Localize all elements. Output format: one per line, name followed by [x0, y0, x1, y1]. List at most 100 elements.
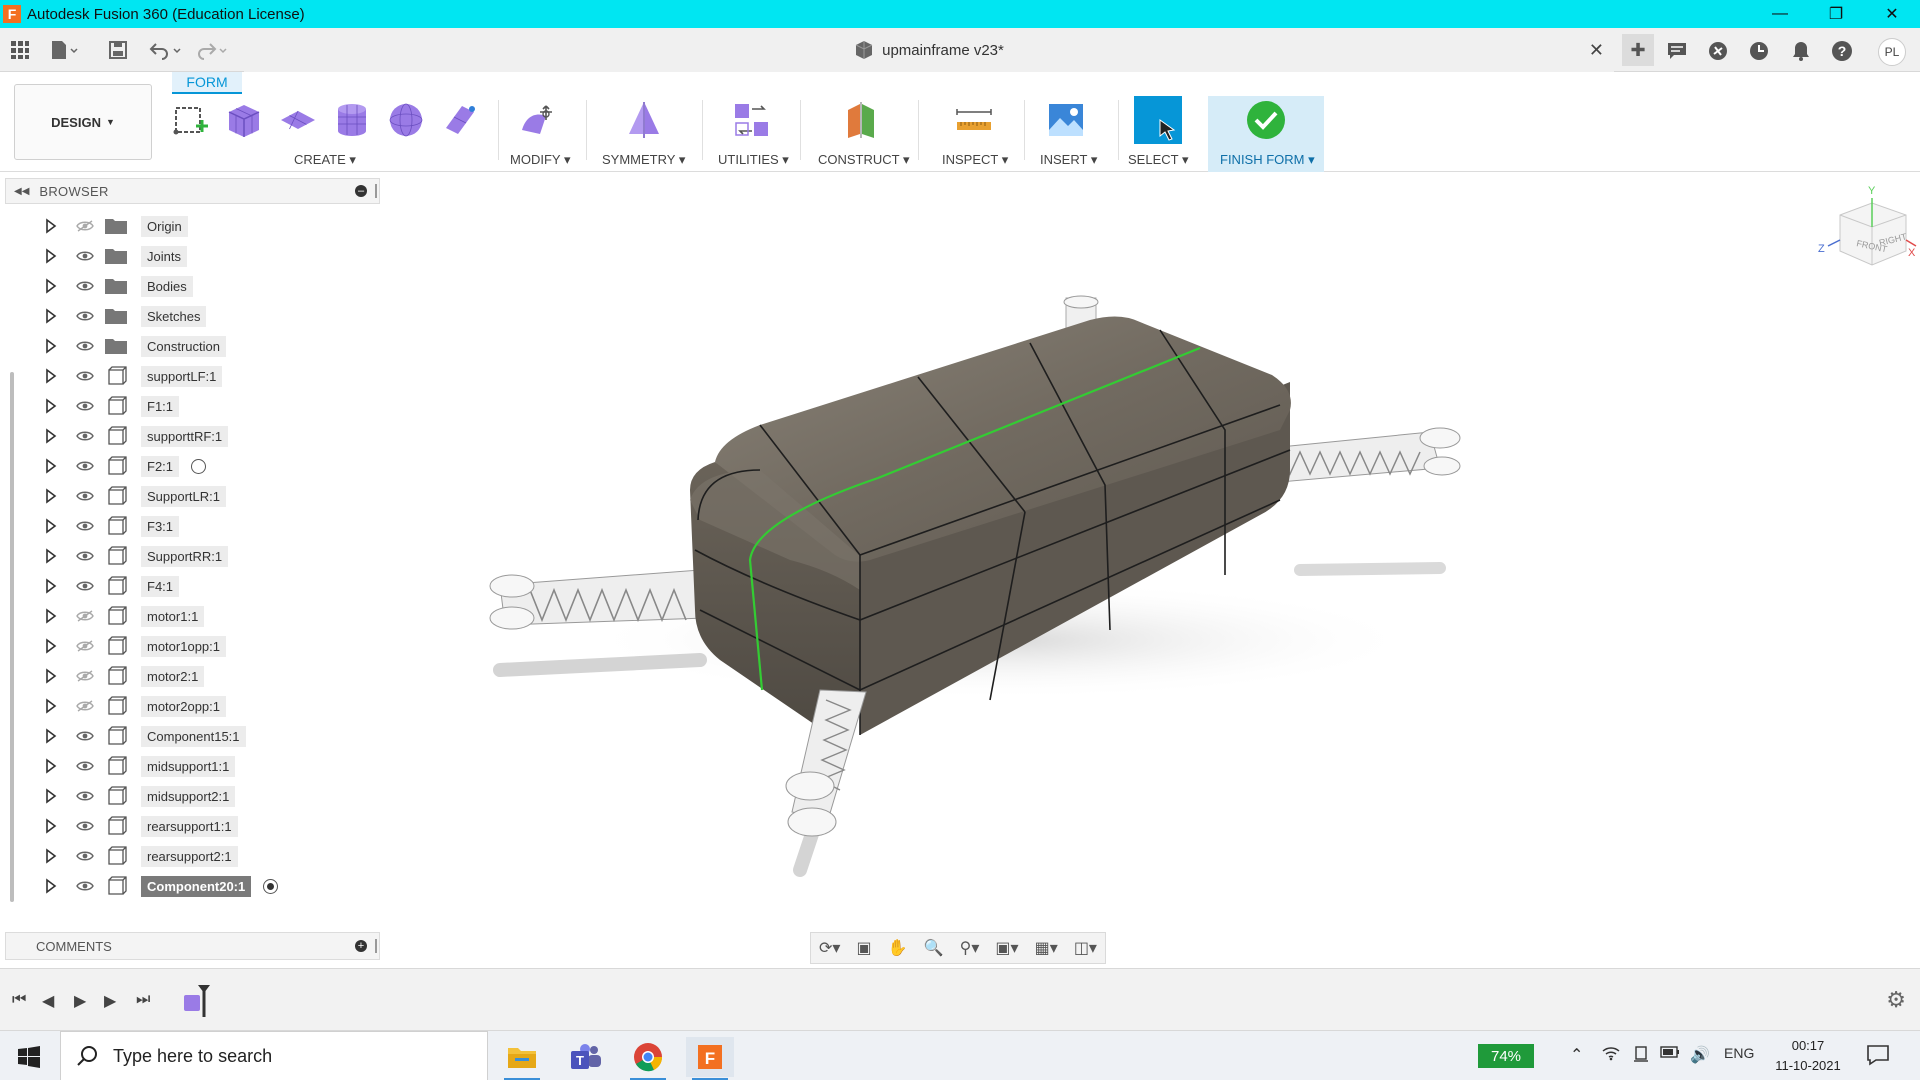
browser-item-motor2opp-1[interactable]: motor2opp:1 — [44, 692, 226, 720]
expand-arrow-icon[interactable] — [44, 428, 58, 444]
expand-arrow-icon[interactable] — [44, 608, 58, 624]
expand-arrow-icon[interactable] — [44, 698, 58, 714]
utilities-convert-icon[interactable] — [730, 98, 774, 142]
browser-item-rearsupport2-1[interactable]: rearsupport2:1 — [44, 842, 238, 870]
browser-item-supporttrf-1[interactable]: supporttRF:1 — [44, 422, 229, 450]
form-sphere-icon[interactable] — [384, 98, 428, 142]
expand-arrow-icon[interactable] — [44, 788, 58, 804]
inspect-menu[interactable]: INSPECT ▾ — [942, 152, 1008, 168]
visibility-hidden-icon[interactable] — [74, 640, 96, 652]
browser-item-f4-1[interactable]: F4:1 — [44, 572, 180, 600]
expand-arrow-icon[interactable] — [44, 368, 58, 384]
expand-arrow-icon[interactable] — [44, 218, 58, 234]
notifications-bell-icon[interactable] — [1788, 38, 1814, 64]
undo-icon[interactable] — [148, 38, 184, 62]
view-cube[interactable]: FRONT RIGHT Y Z X — [1800, 180, 1920, 295]
new-tab-plus-icon[interactable]: ✚ — [1622, 34, 1654, 66]
data-panel-grid-icon[interactable] — [10, 38, 30, 62]
drone-frame-model[interactable] — [380, 172, 1920, 964]
go-to-end-icon[interactable]: ⏭ — [136, 991, 150, 1009]
visibility-eye-icon[interactable] — [74, 250, 96, 262]
step-back-icon[interactable]: ◀ — [42, 991, 54, 1011]
browser-header[interactable]: ◀◀ BROWSER – — [5, 178, 380, 204]
restore-button[interactable]: ❐ — [1808, 0, 1864, 28]
browser-item-component20-1[interactable]: Component20:1 — [44, 872, 279, 900]
mirror-symmetry-icon[interactable] — [622, 98, 666, 142]
close-window-button[interactable]: ✕ — [1864, 0, 1920, 28]
chrome-icon[interactable] — [624, 1037, 672, 1080]
insert-image-icon[interactable] — [1044, 98, 1088, 142]
wifi-icon[interactable] — [1602, 1045, 1620, 1064]
symmetry-menu[interactable]: SYMMETRY ▾ — [602, 152, 685, 168]
expand-arrow-icon[interactable] — [44, 818, 58, 834]
expand-arrow-icon[interactable] — [44, 518, 58, 534]
browser-item-component15-1[interactable]: Component15:1 — [44, 722, 246, 750]
visibility-eye-icon[interactable] — [74, 580, 96, 592]
save-icon[interactable] — [108, 38, 128, 62]
visibility-eye-icon[interactable] — [74, 430, 96, 442]
visibility-hidden-icon[interactable] — [74, 700, 96, 712]
browser-item-midsupport2-1[interactable]: midsupport2:1 — [44, 782, 236, 810]
browser-item-sketches[interactable]: Sketches — [44, 302, 207, 330]
input-language[interactable]: ENG — [1724, 1045, 1754, 1061]
select-menu[interactable]: SELECT ▾ — [1128, 152, 1188, 168]
support-arm-right[interactable] — [1269, 427, 1461, 483]
browser-item-construction[interactable]: Construction — [44, 332, 226, 360]
file-menu-icon[interactable] — [50, 38, 78, 62]
visibility-eye-icon[interactable] — [74, 520, 96, 532]
viewports-icon[interactable]: ◫▾ — [1074, 938, 1097, 958]
construct-plane-icon[interactable] — [840, 98, 884, 142]
close-document-icon[interactable]: ✕ — [1589, 40, 1604, 61]
minimize-button[interactable]: — — [1752, 0, 1808, 28]
browser-item-supportlf-1[interactable]: supportLF:1 — [44, 362, 223, 390]
extensions-icon[interactable] — [1705, 38, 1731, 64]
expand-arrow-icon[interactable] — [44, 578, 58, 594]
visibility-eye-icon[interactable] — [74, 790, 96, 802]
create-menu[interactable]: CREATE ▾ — [294, 152, 356, 168]
visibility-eye-icon[interactable] — [74, 340, 96, 352]
expand-arrow-icon[interactable] — [44, 548, 58, 564]
expand-arrow-icon[interactable] — [44, 488, 58, 504]
activate-component-radio[interactable] — [191, 458, 207, 474]
timeline-settings-gear-icon[interactable]: ⚙ — [1886, 987, 1906, 1013]
expand-arrow-icon[interactable] — [44, 878, 58, 894]
expand-arrow-icon[interactable] — [44, 278, 58, 294]
browser-options-icon[interactable]: – — [355, 185, 367, 197]
pan-hand-icon[interactable]: ✋ — [888, 938, 908, 958]
visibility-eye-icon[interactable] — [74, 370, 96, 382]
tab-form[interactable]: FORM — [172, 72, 242, 94]
fusion360-taskbar-icon[interactable]: F — [686, 1037, 734, 1080]
redo-icon[interactable] — [196, 38, 232, 62]
finish-form-menu[interactable]: FINISH FORM ▾ — [1220, 152, 1315, 168]
comments-header[interactable]: COMMENTS + — [5, 932, 380, 960]
workspace-switcher-button[interactable]: DESIGN ▼ — [14, 84, 152, 160]
browser-item-origin[interactable]: Origin — [44, 212, 188, 240]
measure-ruler-icon[interactable] — [952, 98, 996, 142]
finish-check-icon[interactable] — [1244, 98, 1288, 142]
3d-viewport[interactable]: FRONT RIGHT Y Z X — [380, 172, 1920, 964]
visibility-hidden-icon[interactable] — [74, 220, 96, 232]
zoom-icon[interactable]: 🔍 — [924, 938, 944, 958]
visibility-eye-icon[interactable] — [74, 760, 96, 772]
expand-arrow-icon[interactable] — [44, 398, 58, 414]
windows-start-icon[interactable] — [18, 1046, 40, 1073]
browser-item-joints[interactable]: Joints — [44, 242, 187, 270]
construct-menu[interactable]: CONSTRUCT ▾ — [818, 152, 910, 168]
browser-item-supportlr-1[interactable]: SupportLR:1 — [44, 482, 226, 510]
grid-settings-icon[interactable]: ▦▾ — [1035, 938, 1058, 958]
form-plane-icon[interactable] — [276, 98, 320, 142]
collapse-panel-icon[interactable]: ◀◀ — [14, 186, 29, 197]
browser-item-f1-1[interactable]: F1:1 — [44, 392, 180, 420]
expand-arrow-icon[interactable] — [44, 308, 58, 324]
visibility-eye-icon[interactable] — [74, 730, 96, 742]
expand-arrow-icon[interactable] — [44, 848, 58, 864]
form-cylinder-icon[interactable] — [330, 98, 374, 142]
modify-menu[interactable]: MODIFY ▾ — [510, 152, 570, 168]
show-hidden-icons-chevron[interactable]: ⌃ — [1570, 1045, 1583, 1065]
visibility-eye-icon[interactable] — [74, 310, 96, 322]
timeline-form-feature-icon[interactable] — [182, 983, 214, 1024]
expand-arrow-icon[interactable] — [44, 338, 58, 354]
expand-arrow-icon[interactable] — [44, 728, 58, 744]
edit-form-icon[interactable] — [518, 98, 562, 142]
browser-item-motor2-1[interactable]: motor2:1 — [44, 662, 205, 690]
